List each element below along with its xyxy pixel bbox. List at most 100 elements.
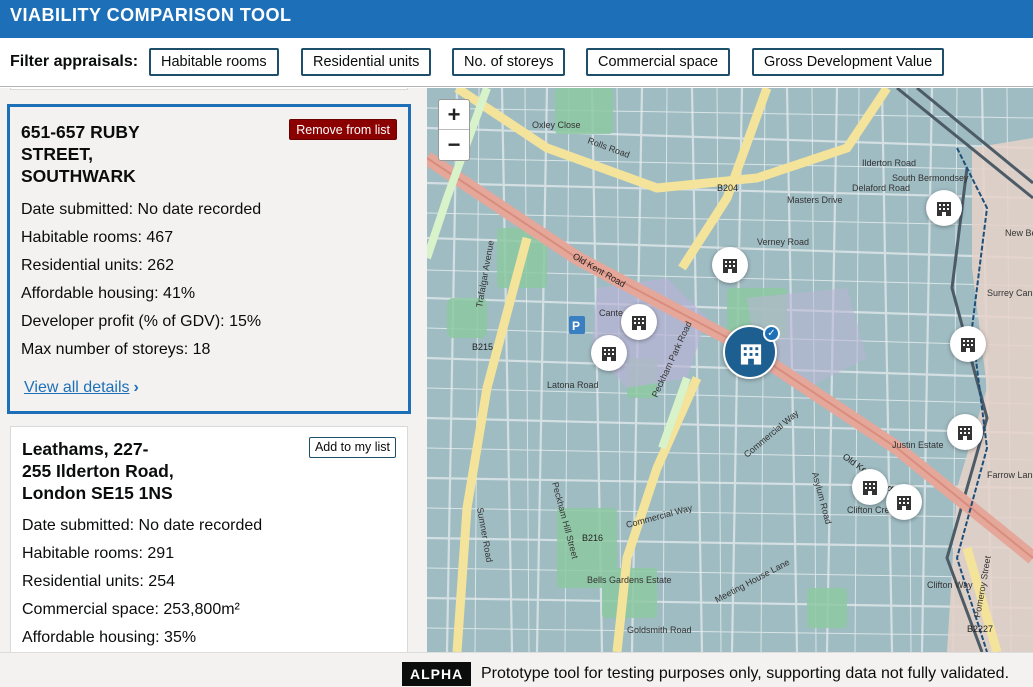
map-marker-selected[interactable]: ✓ bbox=[723, 325, 780, 379]
card-title-line: 651-657 RUBY bbox=[21, 122, 140, 142]
map-marker[interactable] bbox=[947, 414, 983, 450]
filter-residential-units-button[interactable]: Residential units bbox=[301, 48, 432, 76]
zoom-in-button[interactable]: + bbox=[439, 100, 469, 130]
residential-units: Residential units: 262 bbox=[21, 257, 174, 275]
zoom-out-button[interactable]: − bbox=[439, 130, 469, 160]
previous-card bbox=[10, 88, 408, 90]
phase-banner-message: Prototype tool for testing purposes only… bbox=[481, 665, 1010, 682]
map-marker[interactable] bbox=[712, 247, 748, 283]
affordable-housing: Affordable housing: 35% bbox=[22, 629, 196, 647]
row-value: 262 bbox=[142, 257, 174, 274]
date-submitted: Date submitted: No date recorded bbox=[22, 517, 262, 535]
affordable-housing: Affordable housing: 41% bbox=[21, 285, 195, 303]
row-value: 41% bbox=[158, 285, 196, 302]
area-label: New Bermo bbox=[1005, 228, 1033, 238]
developer-profit: Developer profit (% of GDV): 15% bbox=[21, 313, 261, 331]
max-storeys: Max number of storeys: 18 bbox=[21, 341, 210, 359]
road-label: Latona Road bbox=[547, 380, 599, 390]
phase-banner: ALPHA Prototype tool for testing purpose… bbox=[0, 652, 1033, 687]
filter-commercial-space-button[interactable]: Commercial space bbox=[586, 48, 731, 76]
building-icon bbox=[632, 316, 646, 330]
row-value: 254 bbox=[143, 573, 175, 590]
filter-bar: Filter appraisals: Habitable rooms Resid… bbox=[0, 38, 1033, 87]
view-all-details-link[interactable]: View all details › bbox=[24, 379, 139, 397]
map-marker[interactable] bbox=[591, 335, 627, 371]
row-key: Developer profit (% of GDV): bbox=[21, 313, 225, 330]
row-value: No date recorded bbox=[133, 201, 262, 218]
map-marker[interactable] bbox=[852, 469, 888, 505]
filter-storeys-button[interactable]: No. of storeys bbox=[452, 48, 566, 76]
row-value: No date recorded bbox=[134, 517, 263, 534]
building-icon bbox=[897, 496, 911, 510]
row-value: 35% bbox=[159, 629, 197, 646]
row-key: Commercial space: bbox=[22, 601, 159, 618]
card-title-line: Leathams, 227- bbox=[22, 439, 149, 459]
app-title: VIABILITY COMPARISON TOOL bbox=[10, 5, 292, 25]
building-icon bbox=[863, 481, 877, 495]
row-key: Affordable housing: bbox=[22, 629, 160, 646]
map-marker[interactable] bbox=[886, 484, 922, 520]
road-label: B215 bbox=[472, 342, 493, 352]
habitable-rooms: Habitable rooms: 291 bbox=[22, 545, 174, 563]
row-value: 467 bbox=[141, 229, 174, 246]
road-label: Farrow Lane bbox=[987, 470, 1033, 480]
chevron-right-icon: › bbox=[133, 379, 139, 396]
appraisal-card[interactable]: Leathams, 227- 255 Ilderton Road, London… bbox=[10, 426, 408, 652]
date-submitted: Date submitted: No date recorded bbox=[21, 201, 261, 219]
row-key: Affordable housing: bbox=[21, 285, 159, 302]
filter-habitable-rooms-button[interactable]: Habitable rooms bbox=[149, 48, 279, 76]
road-label: B216 bbox=[582, 533, 603, 543]
row-value: 15% bbox=[224, 313, 262, 330]
row-key: Habitable rooms: bbox=[21, 229, 142, 246]
card-title-line: 255 Ilderton Road, bbox=[22, 461, 174, 481]
row-key: Date submitted: bbox=[21, 201, 134, 218]
building-icon bbox=[723, 259, 737, 273]
check-icon: ✓ bbox=[763, 325, 780, 342]
map-view[interactable]: B204 B215 B216 B2227 Old Kent Road Old K… bbox=[427, 88, 1033, 652]
road-label: Oxley Close bbox=[532, 120, 581, 130]
row-key: Date submitted: bbox=[22, 517, 135, 534]
card-title-line: SOUTHWARK bbox=[21, 166, 136, 186]
road-label: Clifton Way bbox=[927, 580, 973, 590]
map-marker[interactable] bbox=[926, 190, 962, 226]
building-icon bbox=[937, 202, 951, 216]
card-title-line: STREET, bbox=[21, 144, 93, 164]
area-label: Bells Gardens Estate bbox=[587, 575, 672, 585]
zoom-control: + − bbox=[438, 99, 470, 161]
row-value: 291 bbox=[142, 545, 175, 562]
app-header: VIABILITY COMPARISON TOOL bbox=[0, 0, 1033, 38]
row-key: Residential units: bbox=[22, 573, 144, 590]
road-label: Goldsmith Road bbox=[627, 625, 692, 635]
row-key: Habitable rooms: bbox=[22, 545, 143, 562]
filter-gdv-button[interactable]: Gross Development Value bbox=[752, 48, 945, 76]
link-label: View all details bbox=[24, 379, 130, 396]
building-icon bbox=[961, 338, 975, 352]
road-label: Delaford Road bbox=[852, 183, 910, 193]
alpha-tag: ALPHA bbox=[402, 662, 472, 686]
residential-units: Residential units: 254 bbox=[22, 573, 175, 591]
card-title-line: London SE15 1NS bbox=[22, 483, 173, 503]
map-marker[interactable] bbox=[950, 326, 986, 362]
card-title: Leathams, 227- 255 Ilderton Road, London… bbox=[22, 438, 174, 504]
road-label: B2227 bbox=[967, 624, 993, 634]
add-to-list-button[interactable]: Add to my list bbox=[308, 437, 396, 458]
road-label: Verney Road bbox=[757, 237, 809, 247]
row-key: Residential units: bbox=[21, 257, 143, 274]
road-label: Ilderton Road bbox=[862, 158, 916, 168]
road-label: Surrey Cana bbox=[987, 288, 1033, 298]
appraisal-list[interactable]: 651-657 RUBY STREET, SOUTHWARK Remove fr… bbox=[0, 88, 427, 652]
building-icon bbox=[958, 426, 972, 440]
building-icon bbox=[602, 347, 616, 361]
filter-label: Filter appraisals: bbox=[10, 53, 139, 70]
road-label: Masters Drive bbox=[787, 195, 843, 205]
map-marker[interactable] bbox=[621, 304, 657, 340]
habitable-rooms: Habitable rooms: 467 bbox=[21, 229, 173, 247]
area-label: Justin Estate bbox=[892, 440, 944, 450]
card-title: 651-657 RUBY STREET, SOUTHWARK bbox=[21, 121, 140, 187]
remove-from-list-button[interactable]: Remove from list bbox=[289, 119, 397, 140]
row-value: 18 bbox=[188, 341, 211, 358]
appraisal-card-selected[interactable]: 651-657 RUBY STREET, SOUTHWARK Remove fr… bbox=[7, 104, 411, 414]
parking-label: P bbox=[572, 319, 580, 333]
road-label: B204 bbox=[717, 183, 738, 193]
row-value: 253,800m² bbox=[158, 601, 240, 618]
